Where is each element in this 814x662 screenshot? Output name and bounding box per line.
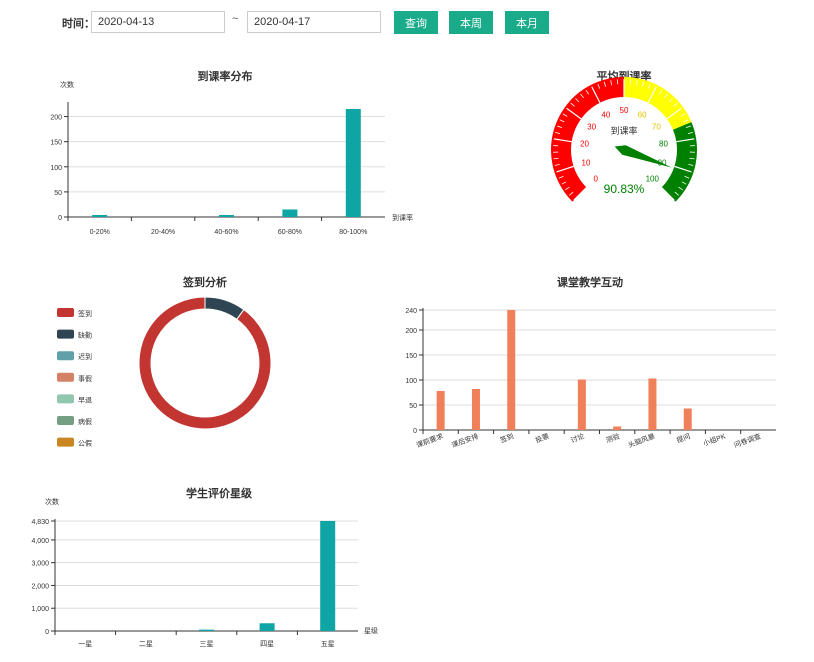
legend-swatch: [57, 394, 74, 404]
legend-swatch: [57, 329, 74, 339]
chart-title: 学生评价星级: [186, 486, 253, 500]
y-tick-label: 4,000: [31, 538, 49, 545]
gauge-band: [661, 122, 697, 202]
category-label: 讨论: [569, 431, 585, 444]
category-label: 三星: [200, 640, 214, 648]
y-tick-label: 0: [45, 629, 49, 636]
bar: [648, 378, 657, 430]
category-label: 20-40%: [151, 229, 175, 236]
gauge-value: 90.83%: [604, 182, 645, 196]
bar: [219, 214, 234, 217]
category-label: 40-60%: [214, 229, 238, 236]
legend-swatch: [57, 372, 74, 382]
y-tick-label: 150: [405, 353, 417, 360]
gauge-tick-label: 70: [652, 122, 661, 131]
bar: [471, 389, 480, 430]
dashboard-charts: 到课率分布次数到课率0501001502000-20% 20-40% 40-60% 6…: [31, 69, 776, 648]
category-label: 课后安排: [450, 431, 479, 449]
category-label: 80-100%: [339, 229, 367, 236]
y-tick-label: 2,000: [31, 583, 49, 590]
bar: [259, 623, 275, 631]
gauge-tick-label: 30: [587, 122, 596, 131]
y-tick-label: 50: [54, 190, 62, 197]
donut-chart: 签到分析签到缺勤迟到事假早退病假公假: [57, 275, 272, 448]
x-axis-label: 星级: [364, 626, 378, 635]
category-label: 课前要求: [415, 431, 444, 449]
y-tick-label: 0: [413, 428, 417, 435]
gauge-tick-label: 80: [659, 140, 668, 149]
y-axis-label: 次数: [60, 80, 74, 89]
x-axis-label: 到课率: [392, 213, 413, 222]
legend-label: 病假: [78, 417, 92, 426]
legend-label: 缺勤: [78, 331, 92, 340]
legend-swatch: [57, 416, 74, 425]
y-tick-label: 1,000: [31, 606, 49, 613]
bar: [613, 426, 622, 430]
legend-label: 签到: [78, 309, 92, 318]
category-label: 五星: [321, 640, 335, 648]
gauge-label: 到课率: [610, 125, 637, 136]
category-label: 签到: [499, 431, 515, 444]
category-label: 0-20%: [90, 229, 110, 236]
bar: [92, 214, 108, 217]
legend-label: 迟到: [78, 353, 92, 361]
gauge-tick-label: 50: [620, 106, 629, 115]
student_rating-chart: 学生评价星级次数星级 0 1,000 2,000 3,000 4,000 4,830 一星 二星…: [31, 486, 378, 648]
category-label: 四星: [260, 640, 274, 648]
gauge-tick-label: 10: [582, 158, 591, 167]
bar: [577, 379, 586, 430]
bar: [345, 109, 361, 217]
y-tick-label: 200: [405, 328, 417, 335]
chart-title: 课堂教学互动: [557, 275, 623, 289]
category-label: 问卷调查: [733, 431, 762, 449]
donut-slice: [138, 296, 272, 430]
y-tick-label: 3,000: [31, 561, 49, 568]
y-tick-label: 200: [50, 115, 62, 122]
category-label: 一星: [78, 640, 92, 648]
legend-swatch: [57, 308, 74, 317]
y-tick-label: 100: [50, 165, 62, 172]
legend-label: 公假: [78, 439, 92, 448]
y-tick-label: 50: [409, 403, 417, 410]
category-label: 测验: [605, 431, 621, 444]
gauge-tick-label: 40: [601, 110, 610, 119]
gauge-tick-label: 20: [580, 140, 589, 149]
y-tick-label: 0: [58, 215, 62, 222]
gauge-tick-label: 0: [593, 174, 598, 183]
bar: [507, 310, 516, 430]
y-axis-label: 次数: [45, 497, 59, 506]
chart-title: 到课率分布: [198, 69, 253, 83]
category-label: 60-80%: [278, 229, 302, 236]
category-label: 头脑风暴: [627, 431, 656, 449]
y-tick-label: 100: [405, 378, 417, 385]
y-tick-label: 150: [50, 140, 62, 147]
category-label: 投票: [534, 431, 550, 444]
bar: [199, 629, 214, 631]
attendance_distribution-chart: 到课率分布次数到课率 0 50 100 150 200 0-20% 20-40% 40-60% 6…: [50, 69, 413, 236]
category-label: 二星: [139, 640, 153, 648]
legend-swatch: [57, 351, 74, 361]
category-label: 提问: [675, 431, 691, 444]
gauge-tick-label: 100: [646, 174, 660, 183]
bar: [320, 521, 336, 631]
donut-slice: [204, 296, 245, 321]
gauge-chart: 平均到课率010203040 50 60708090100到课率90.83%: [551, 69, 697, 202]
bar: [282, 209, 298, 217]
classroom_interaction-chart: 课堂教学互动 0 50 100 150 200 240 课前要求 课后安排 签到 投票 讨论 测验 头脑风…: [405, 275, 776, 449]
legend-swatch: [57, 437, 74, 447]
y-tick-label: 4,830: [31, 519, 49, 526]
gauge-tick-label: 60: [638, 110, 647, 119]
bar: [436, 391, 445, 430]
legend-label: 早退: [78, 395, 92, 404]
y-tick-label: 240: [405, 308, 417, 315]
chart-title: 签到分析: [182, 275, 227, 289]
bar: [683, 408, 692, 430]
legend-label: 事假: [78, 374, 92, 383]
